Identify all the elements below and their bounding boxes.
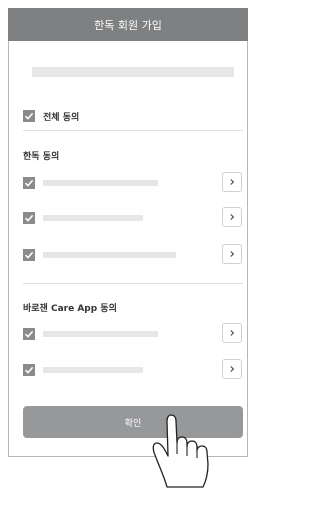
handok-consent-checkbox-3[interactable] [23, 249, 35, 261]
section-title-handok: 한독 동의 [23, 152, 60, 162]
handok-consent-detail-button-3[interactable] [222, 244, 242, 264]
handok-consent-checkbox-2[interactable] [23, 212, 35, 224]
agree-all-checkbox[interactable] [23, 110, 35, 122]
handok-consent-text-1 [43, 180, 158, 186]
handok-consent-checkbox-1[interactable] [23, 177, 35, 189]
barozen-consent-text-1 [43, 331, 158, 337]
page-title: 한독 회원 가입 [94, 18, 162, 32]
barozen-consent-detail-button-2[interactable] [222, 359, 242, 379]
handok-consent-detail-button-1[interactable] [222, 172, 242, 192]
handok-consent-text-3 [43, 252, 176, 258]
checkmark-icon [24, 251, 34, 259]
barozen-consent-detail-button-1[interactable] [222, 323, 242, 343]
section-title-barozen: 바로잰 Care App 동의 [23, 304, 117, 314]
barozen-consent-checkbox-2[interactable] [23, 364, 35, 376]
header-bar: 한독 회원 가입 [8, 8, 248, 41]
checkmark-icon [24, 179, 34, 187]
chevron-right-icon [230, 214, 235, 220]
checkmark-icon [24, 330, 34, 338]
chevron-right-icon [230, 251, 235, 257]
handok-consent-detail-button-2[interactable] [222, 207, 242, 227]
barozen-consent-checkbox-1[interactable] [23, 328, 35, 340]
barozen-consent-text-2 [43, 367, 143, 373]
checkmark-icon [24, 366, 34, 374]
agree-all-label: 전체 동의 [43, 113, 80, 123]
checkmark-icon [24, 112, 34, 120]
hand-pointer-icon [152, 414, 209, 488]
divider [23, 283, 243, 284]
description-placeholder [32, 67, 234, 77]
chevron-right-icon [230, 330, 235, 336]
handok-consent-text-2 [43, 215, 143, 221]
checkmark-icon [24, 214, 34, 222]
divider [23, 130, 243, 131]
chevron-right-icon [230, 366, 235, 372]
chevron-right-icon [230, 179, 235, 185]
